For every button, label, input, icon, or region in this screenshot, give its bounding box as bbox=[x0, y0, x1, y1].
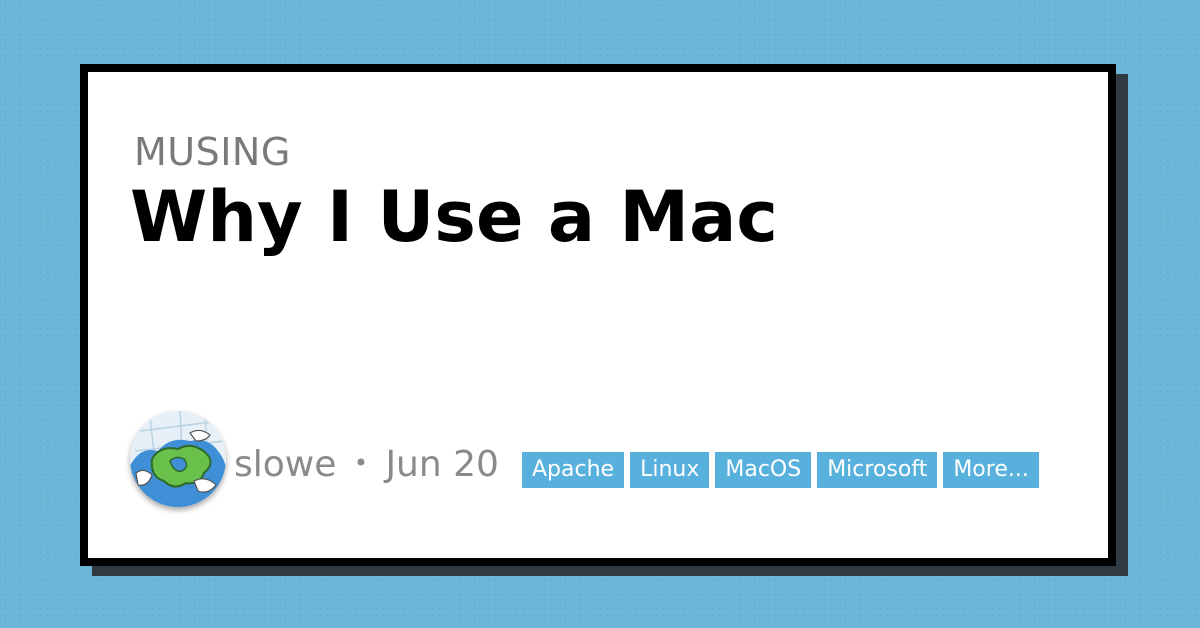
post-title[interactable]: Why I Use a Mac bbox=[130, 176, 778, 258]
author-avatar[interactable] bbox=[130, 411, 226, 507]
post-date: Jun 20 bbox=[385, 444, 499, 485]
tag-microsoft[interactable]: Microsoft bbox=[817, 452, 938, 488]
tag-linux[interactable]: Linux bbox=[630, 452, 710, 488]
author-name[interactable]: slowe bbox=[234, 444, 336, 485]
post-card[interactable]: MUSING Why I Use a Mac slowe • Jun 20 Ap… bbox=[80, 64, 1116, 566]
byline: slowe • Jun 20 bbox=[234, 447, 499, 483]
tag-list: Apache Linux MacOS Microsoft More... bbox=[522, 452, 1039, 488]
globe-avatar-icon bbox=[130, 411, 226, 507]
byline-separator: • bbox=[353, 449, 368, 477]
tag-more[interactable]: More... bbox=[943, 452, 1039, 488]
tag-apache[interactable]: Apache bbox=[522, 452, 625, 488]
tag-macos[interactable]: MacOS bbox=[715, 452, 812, 488]
post-category: MUSING bbox=[134, 130, 291, 174]
